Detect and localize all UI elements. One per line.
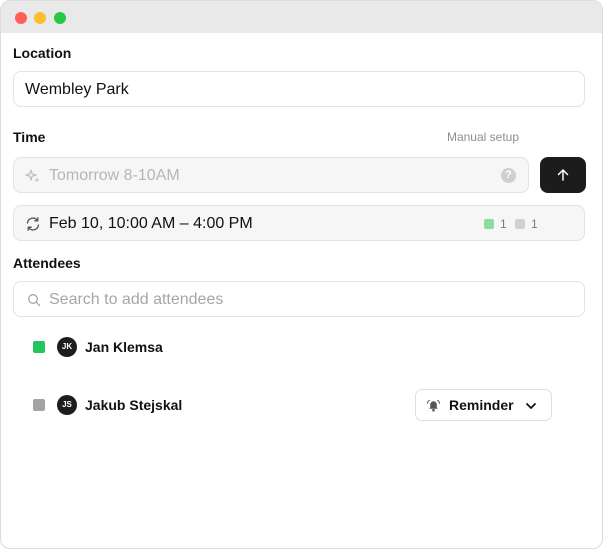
avatar: JS — [57, 395, 77, 415]
attendee-search-field[interactable]: Search to add attendees — [13, 281, 585, 317]
time-range-text: Feb 10, 10:00 AM – 4:00 PM — [49, 215, 253, 232]
attendee-status-indicator — [33, 399, 45, 411]
unconfirmed-count: 1 — [531, 217, 538, 231]
attendee-name: Jakub Stejskal — [85, 397, 183, 413]
arrow-up-icon — [557, 169, 569, 181]
help-icon[interactable]: ? — [501, 168, 516, 183]
title-bar — [1, 1, 602, 33]
repeat-icon — [26, 217, 40, 231]
ai-time-placeholder: Tomorrow 8-10AM — [49, 167, 180, 184]
selected-time-range[interactable]: Feb 10, 10:00 AM – 4:00 PM 1 1 — [13, 205, 585, 241]
chevron-down-icon — [526, 403, 536, 409]
close-window-button[interactable] — [15, 12, 27, 24]
available-legend-swatch — [484, 219, 494, 229]
search-icon — [28, 294, 41, 307]
app-window: Location Wembley Park Time Manual setup … — [0, 0, 603, 549]
available-count: 1 — [500, 217, 507, 231]
minimize-window-button[interactable] — [34, 12, 46, 24]
available-count-legend: 1 — [484, 217, 507, 231]
sparkle-icon — [25, 169, 40, 183]
attendees-label: Attendees — [13, 255, 81, 271]
location-field[interactable]: Wembley Park — [13, 71, 585, 107]
attendee-search-placeholder: Search to add attendees — [49, 291, 224, 308]
reminder-dropdown[interactable]: Reminder — [415, 389, 552, 421]
avatar: JK — [57, 337, 77, 357]
send-button[interactable] — [540, 157, 586, 193]
location-label: Location — [13, 45, 72, 61]
unconfirmed-count-legend: 1 — [515, 217, 538, 231]
zoom-window-button[interactable] — [54, 12, 66, 24]
bell-icon — [426, 399, 441, 412]
time-label: Time — [13, 129, 46, 145]
reminder-label: Reminder — [449, 397, 514, 413]
attendee-name: Jan Klemsa — [85, 339, 163, 355]
ai-time-input[interactable]: Tomorrow 8-10AM ? — [13, 157, 529, 193]
unconfirmed-legend-swatch — [515, 219, 525, 229]
manual-setup-link[interactable]: Manual setup — [447, 130, 519, 144]
location-value: Wembley Park — [25, 81, 129, 98]
attendee-status-indicator — [33, 341, 45, 353]
